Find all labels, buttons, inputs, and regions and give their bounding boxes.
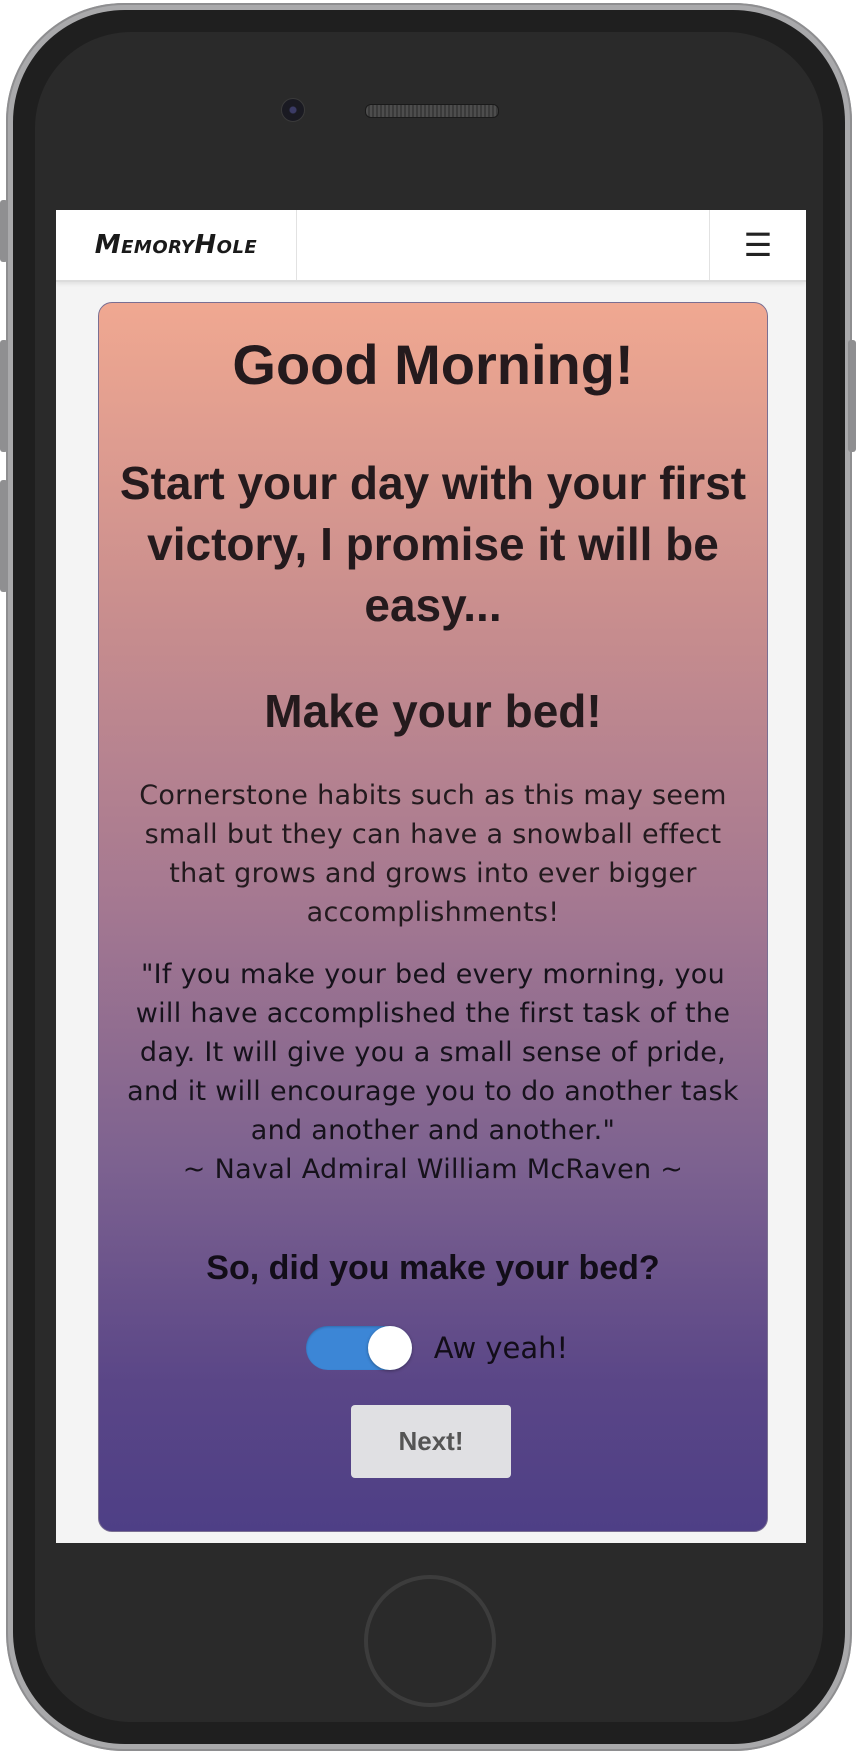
next-button[interactable]: Next! bbox=[351, 1405, 511, 1478]
phone-volume-down-button bbox=[0, 480, 8, 592]
speaker-grille bbox=[365, 104, 499, 118]
quote-text: "If you make your bed every morning, you… bbox=[127, 959, 739, 1146]
task-heading: Make your bed! bbox=[264, 685, 602, 737]
bed-made-toggle-row: Aw yeah! bbox=[99, 1323, 767, 1373]
toggle-label: Aw yeah! bbox=[433, 1331, 569, 1365]
greeting-heading: Good Morning! bbox=[232, 333, 634, 396]
app-screen: MemoryHole ☰ Good Morning! Start your da… bbox=[56, 210, 806, 1543]
habit-description: Cornerstone habits such as this may seem… bbox=[139, 780, 727, 928]
home-button[interactable] bbox=[364, 1575, 496, 1707]
hamburger-menu-icon: ☰ bbox=[743, 226, 773, 264]
phone-power-button bbox=[848, 340, 856, 452]
toggle-knob bbox=[367, 1326, 412, 1370]
quote-author: ~ Naval Admiral William McRaven ~ bbox=[182, 1154, 684, 1185]
navbar: MemoryHole ☰ bbox=[56, 210, 806, 282]
camera-icon bbox=[281, 98, 305, 122]
subtitle-heading: Start your day with your first victory, … bbox=[119, 457, 747, 631]
bed-made-toggle[interactable] bbox=[305, 1326, 412, 1370]
phone-volume-up-button bbox=[0, 340, 8, 452]
menu-button[interactable]: ☰ bbox=[709, 210, 806, 280]
brand-logo[interactable]: MemoryHole bbox=[56, 210, 297, 280]
phone-side-button bbox=[0, 200, 8, 262]
question-heading: So, did you make your bed? bbox=[206, 1249, 660, 1287]
morning-card: Good Morning! Start your day with your f… bbox=[98, 302, 768, 1532]
quote-block: "If you make your bed every morning, you… bbox=[119, 955, 747, 1189]
